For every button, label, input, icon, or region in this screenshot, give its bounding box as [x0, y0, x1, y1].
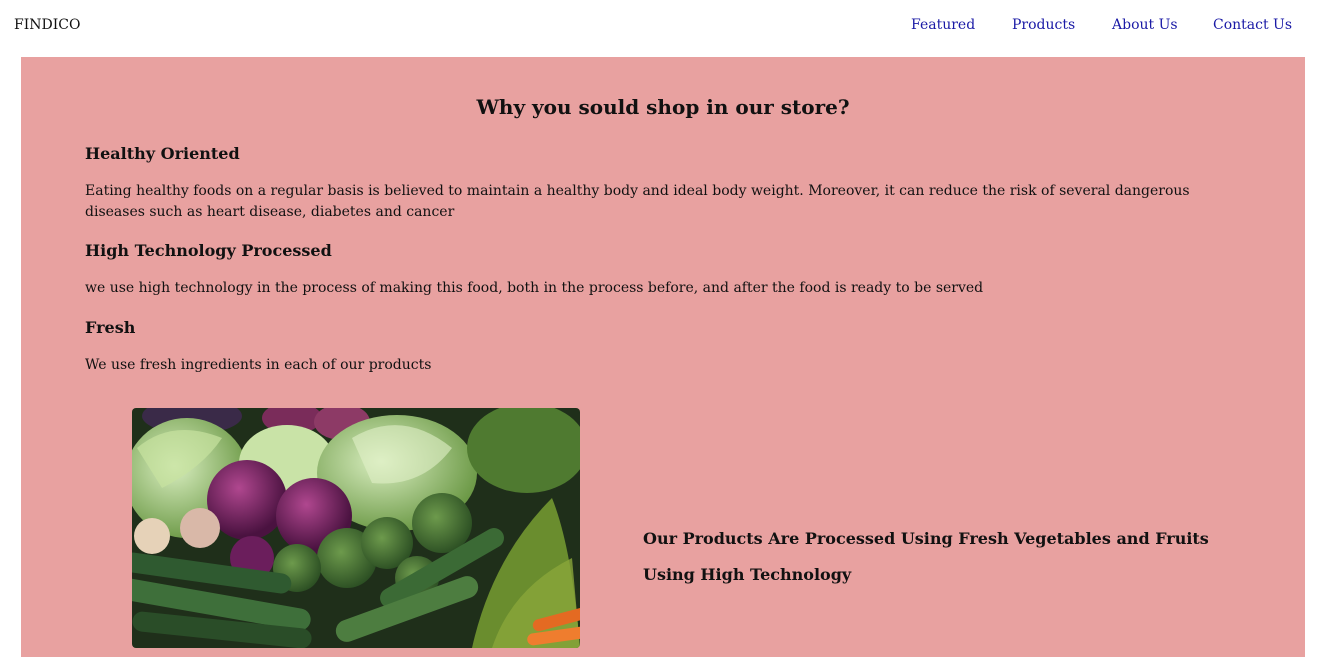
- brand-logo[interactable]: FINDICO: [14, 17, 80, 33]
- feature-heading-fresh: Fresh: [85, 318, 136, 337]
- nav-link-featured[interactable]: Featured: [911, 17, 975, 33]
- section-title: Why you sould shop in our store?: [476, 95, 850, 119]
- nav-link-products[interactable]: Products: [1012, 17, 1075, 33]
- promo-line-technology: Using High Technology: [643, 565, 852, 584]
- why-shop-section: Why you sould shop in our store? Healthy…: [21, 57, 1305, 657]
- feature-text-healthy: Eating healthy foods on a regular basis …: [85, 183, 1190, 220]
- feature-heading-healthy: Healthy Oriented: [85, 144, 240, 163]
- navbar: FINDICO Featured Products About Us Conta…: [0, 0, 1322, 52]
- nav-link-contact-us[interactable]: Contact Us: [1213, 17, 1292, 33]
- promo-line-fresh: Our Products Are Processed Using Fresh V…: [643, 529, 1209, 548]
- vegetables-image: [132, 408, 580, 648]
- feature-heading-technology: High Technology Processed: [85, 241, 332, 260]
- nav-link-about-us[interactable]: About Us: [1112, 17, 1178, 33]
- feature-text-technology: we use high technology in the process of…: [85, 280, 984, 296]
- feature-text-fresh: We use fresh ingredients in each of our …: [85, 357, 432, 373]
